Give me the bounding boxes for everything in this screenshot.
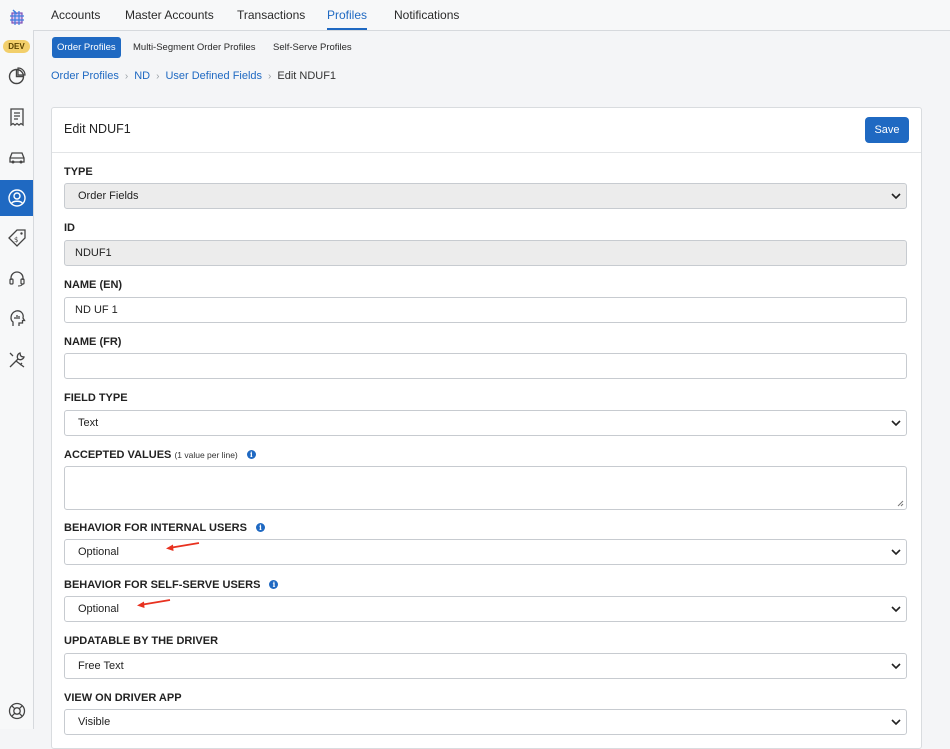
accepted-values-textarea[interactable]: [64, 466, 907, 510]
accepted-values-label: ACCEPTED VALUES (1 value per line) i: [64, 449, 256, 461]
name-en-input[interactable]: ND UF 1: [64, 297, 907, 323]
type-label: TYPE: [64, 166, 93, 178]
id-field: NDUF1: [64, 240, 907, 266]
view-driver-select[interactable]: Visible: [64, 709, 907, 735]
internal-behavior-value: Optional: [78, 546, 119, 558]
chevron-down-icon: [891, 606, 901, 613]
view-driver-value: Visible: [78, 716, 111, 728]
top-nav: Accounts Master Accounts Transactions Pr…: [33, 0, 950, 31]
annotation-arrow-icon: [137, 599, 171, 608]
tab-notifications[interactable]: Notifications: [394, 0, 459, 30]
annotation-arrow-icon: [166, 542, 200, 551]
dispatch-logo-icon[interactable]: [7, 8, 27, 28]
field-type-label: FIELD TYPE: [64, 392, 128, 404]
chevron-down-icon: [891, 193, 901, 200]
chevron-down-icon: [891, 719, 901, 726]
breadcrumb-order-profiles[interactable]: Order Profiles: [51, 70, 119, 82]
price-tag-icon[interactable]: $: [0, 220, 33, 256]
field-type-select[interactable]: Text: [64, 410, 907, 436]
tools-icon[interactable]: [0, 342, 33, 378]
name-en-label: NAME (EN): [64, 279, 123, 291]
updatable-label: UPDATABLE BY THE DRIVER: [64, 635, 219, 647]
tab-master-accounts[interactable]: Master Accounts: [125, 0, 214, 30]
selfserve-behavior-select[interactable]: Optional: [64, 596, 907, 622]
type-select[interactable]: Order Fields: [64, 183, 907, 209]
subtab-self-serve-profiles[interactable]: Self-Serve Profiles: [268, 37, 357, 58]
selfserve-behavior-value: Optional: [78, 603, 119, 615]
env-badge: DEV: [3, 40, 30, 53]
chevron-right-icon: ›: [268, 71, 272, 82]
card-header: Edit NDUF1 Save: [52, 108, 921, 153]
internal-behavior-title: BEHAVIOR FOR INTERNAL USERS: [64, 522, 247, 534]
chevron-down-icon: [891, 420, 901, 427]
page-title: Edit NDUF1: [64, 122, 131, 136]
breadcrumb-current: Edit NDUF1: [277, 70, 337, 82]
accepted-values-title: ACCEPTED VALUES: [64, 449, 172, 461]
tab-accounts[interactable]: Accounts: [51, 0, 100, 30]
pie-chart-icon[interactable]: [0, 58, 33, 94]
tab-transactions[interactable]: Transactions: [237, 0, 305, 30]
breadcrumb-user-defined-fields[interactable]: User Defined Fields: [165, 70, 262, 82]
breadcrumb: Order Profiles › ND › User Defined Fields › Ed…: [51, 70, 336, 82]
left-rail: DEV $: [0, 0, 34, 729]
subtab-multi-segment-order-profiles[interactable]: Multi-Segment Order Profiles: [128, 37, 260, 58]
selfserve-behavior-title: BEHAVIOR FOR SELF-SERVE USERS: [64, 579, 261, 591]
type-value: Order Fields: [78, 190, 139, 202]
internal-behavior-label: BEHAVIOR FOR INTERNAL USERS i: [64, 522, 266, 534]
svg-text:$: $: [14, 236, 18, 244]
id-label: ID: [64, 222, 75, 234]
resize-grip-icon[interactable]: [897, 500, 904, 507]
lifebuoy-icon[interactable]: [0, 693, 33, 729]
view-driver-label: VIEW ON DRIVER APP: [64, 692, 182, 704]
edit-card: Edit NDUF1 Save TYPE Order Fields ID NDU…: [51, 107, 922, 749]
updatable-select[interactable]: Free Text: [64, 653, 907, 679]
receipt-icon[interactable]: [0, 99, 33, 135]
selfserve-behavior-label: BEHAVIOR FOR SELF-SERVE USERS i: [64, 579, 279, 591]
chevron-right-icon: ›: [156, 71, 160, 82]
chevron-down-icon: [891, 549, 901, 556]
chevron-right-icon: ›: [124, 71, 129, 82]
info-icon[interactable]: i: [269, 580, 279, 589]
car-icon[interactable]: [0, 139, 33, 175]
user-circle-icon[interactable]: [0, 180, 33, 216]
tab-profiles[interactable]: Profiles: [327, 0, 368, 30]
info-icon[interactable]: i: [256, 523, 266, 532]
name-fr-input[interactable]: [64, 353, 907, 379]
field-type-value: Text: [78, 417, 99, 429]
analytics-head-icon[interactable]: [0, 300, 33, 336]
info-icon[interactable]: i: [246, 450, 256, 459]
save-button[interactable]: Save: [865, 117, 909, 143]
headset-icon[interactable]: [0, 260, 33, 296]
breadcrumb-nd[interactable]: ND: [134, 70, 150, 82]
updatable-value: Free Text: [78, 660, 124, 672]
subtab-order-profiles[interactable]: Order Profiles: [52, 37, 121, 58]
accepted-values-hint: (1 value per line): [174, 450, 238, 460]
chevron-down-icon: [891, 663, 901, 670]
name-fr-label: NAME (FR): [64, 336, 122, 348]
